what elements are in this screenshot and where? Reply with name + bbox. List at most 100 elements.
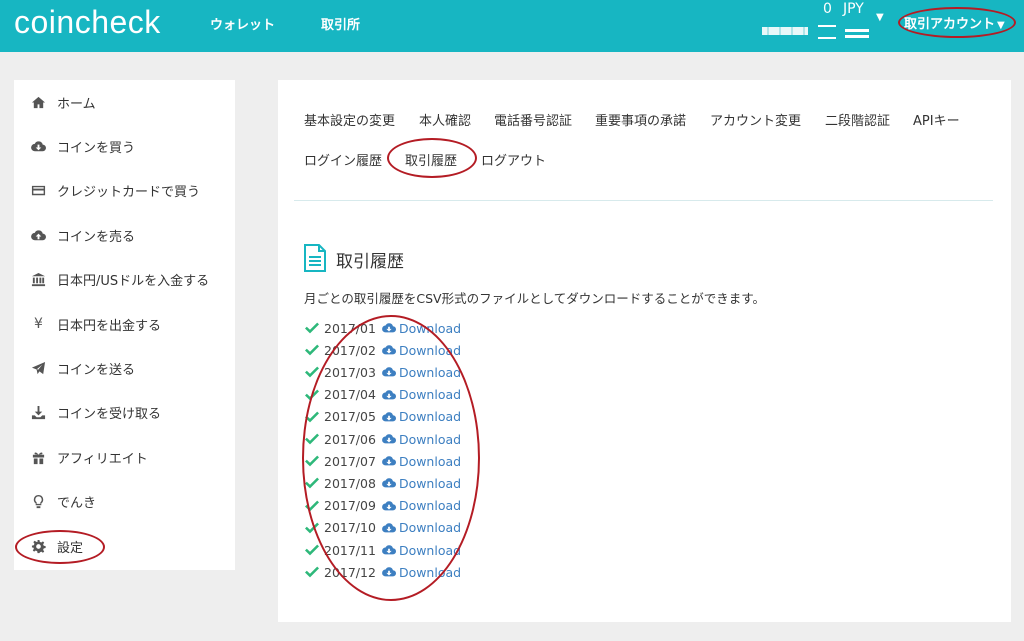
sidebar-item-label: クレジットカードで買う	[57, 184, 201, 200]
sidebar-item-label: でんき	[57, 495, 97, 511]
gift-icon	[30, 449, 47, 465]
sidebar-item-label: コインを送る	[57, 362, 136, 378]
cloud-download-icon	[382, 323, 396, 333]
sidebar-item-label: コインを売る	[57, 229, 136, 245]
blurred-balance	[845, 29, 869, 38]
check-icon	[305, 500, 319, 511]
document-icon	[304, 244, 326, 272]
tab-logout[interactable]: ログアウト	[481, 150, 546, 169]
nav-exchange[interactable]: 取引所	[321, 14, 360, 33]
logo[interactable]: coincheck	[14, 4, 161, 41]
check-icon	[305, 455, 319, 467]
sidebar-item-label: コインを買う	[57, 140, 136, 156]
cloud-download-icon	[382, 500, 396, 510]
download-link[interactable]: Download	[399, 543, 461, 558]
tab-api-key[interactable]: APIキー	[913, 110, 960, 129]
paper-plane-icon	[30, 360, 47, 376]
nav-wallet[interactable]: ウォレット	[210, 14, 275, 33]
tab-terms[interactable]: 重要事項の承諾	[595, 110, 686, 129]
month-label: 2017/01	[324, 320, 376, 336]
list-item: 2017/03 Download	[304, 363, 461, 381]
download-link[interactable]: Download	[399, 387, 461, 402]
check-icon	[305, 344, 319, 356]
yen-icon: ¥	[34, 316, 43, 332]
bank-icon	[30, 271, 47, 287]
sidebar-item-send-coin[interactable]: コインを送る	[30, 357, 135, 379]
list-item: 2017/05 Download	[304, 408, 461, 426]
cloud-download-icon	[382, 389, 396, 399]
gear-icon	[30, 538, 47, 554]
list-item: 2017/08 Download	[304, 474, 461, 492]
tab-login-history[interactable]: ログイン履歴	[304, 150, 382, 169]
home-icon	[30, 94, 47, 110]
month-label: 2017/03	[324, 364, 376, 380]
check-icon	[305, 411, 319, 423]
check-icon	[305, 566, 319, 578]
cloud-download-icon	[382, 567, 396, 577]
sidebar-item-deposit[interactable]: 日本円/USドルを入金する	[30, 268, 209, 290]
tab-two-factor[interactable]: 二段階認証	[825, 110, 890, 129]
sidebar-item-denki[interactable]: でんき	[30, 490, 96, 512]
download-link[interactable]: Download	[399, 432, 461, 447]
tab-basic-settings[interactable]: 基本設定の変更	[304, 110, 395, 129]
download-link[interactable]: Download	[399, 565, 461, 580]
month-label: 2017/04	[324, 387, 376, 403]
check-icon	[305, 389, 319, 400]
tab-phone-auth[interactable]: 電話番号認証	[494, 110, 572, 129]
month-label: 2017/05	[324, 409, 376, 425]
check-icon	[305, 544, 319, 556]
cloud-download-icon	[382, 434, 396, 444]
month-label: 2017/12	[324, 564, 376, 580]
download-link[interactable]: Download	[399, 365, 461, 380]
sidebar-item-receive-coin[interactable]: コインを受け取る	[30, 401, 161, 423]
account-menu-button[interactable]: 取引アカウント ▼	[904, 13, 1005, 32]
caret-down-icon: ▼	[997, 20, 1005, 31]
tab-account-change[interactable]: アカウント変更	[710, 110, 801, 129]
lightbulb-icon	[30, 493, 47, 509]
download-link[interactable]: Download	[399, 498, 461, 513]
month-label: 2017/02	[324, 342, 376, 358]
check-icon	[305, 322, 319, 334]
list-item: 2017/06 Download	[304, 430, 461, 448]
cloud-download-icon	[382, 411, 396, 422]
sidebar-item-label: 日本円を出金する	[57, 318, 162, 334]
tab-trade-history[interactable]: 取引履歴	[405, 150, 457, 169]
month-label: 2017/07	[324, 453, 376, 469]
sidebar-item-credit-card[interactable]: クレジットカードで買う	[30, 179, 200, 201]
divider	[294, 200, 993, 201]
section-description: 月ごとの取引履歴をCSV形式のファイルとしてダウンロードすることができます。	[304, 291, 765, 306]
account-label: 取引アカウント	[904, 17, 996, 32]
sidebar-item-buy-coin[interactable]: コインを買う	[30, 135, 135, 157]
settings-panel: 基本設定の変更 本人確認 電話番号認証 重要事項の承諾 アカウント変更 二段階認…	[278, 80, 1011, 622]
sidebar-item-sell-coin[interactable]: コインを売る	[30, 224, 135, 246]
top-header: coincheck ウォレット 取引所 0 JPY ▼ 取引アカウント ▼	[0, 0, 1024, 52]
credit-card-icon	[30, 182, 47, 198]
download-link[interactable]: Download	[399, 454, 461, 469]
download-link[interactable]: Download	[399, 409, 461, 424]
sidebar-item-withdraw[interactable]: ¥ 日本円を出金する	[30, 313, 161, 335]
balance-caret-icon[interactable]: ▼	[876, 12, 884, 23]
sidebar-item-label: コインを受け取る	[57, 406, 162, 422]
download-link[interactable]: Download	[399, 520, 461, 535]
cloud-download-icon	[382, 367, 396, 377]
cloud-download-icon	[382, 545, 396, 555]
list-item: 2017/07 Download	[304, 452, 461, 470]
cloud-download-icon	[382, 345, 396, 355]
list-item: 2017/12 Download	[304, 563, 461, 581]
tab-identity[interactable]: 本人確認	[419, 110, 471, 129]
download-link[interactable]: Download	[399, 343, 461, 358]
download-link[interactable]: Download	[399, 321, 461, 336]
sidebar-item-settings[interactable]: 設定	[30, 535, 83, 557]
month-label: 2017/08	[324, 475, 376, 491]
sidebar: ホーム コインを買う クレジットカードで買う コインを売る 日本円/USドルを入…	[14, 80, 235, 570]
cloud-upload-icon	[30, 227, 47, 243]
sidebar-item-affiliate[interactable]: アフィリエイト	[30, 446, 148, 468]
download-link[interactable]: Download	[399, 476, 461, 491]
month-label: 2017/09	[324, 498, 376, 514]
section-title: 取引履歴	[336, 252, 404, 272]
list-item: 2017/01 Download	[304, 319, 461, 337]
check-icon	[305, 477, 319, 489]
list-item: 2017/02 Download	[304, 341, 461, 359]
sidebar-item-home[interactable]: ホーム	[30, 91, 96, 113]
month-label: 2017/11	[324, 542, 376, 558]
